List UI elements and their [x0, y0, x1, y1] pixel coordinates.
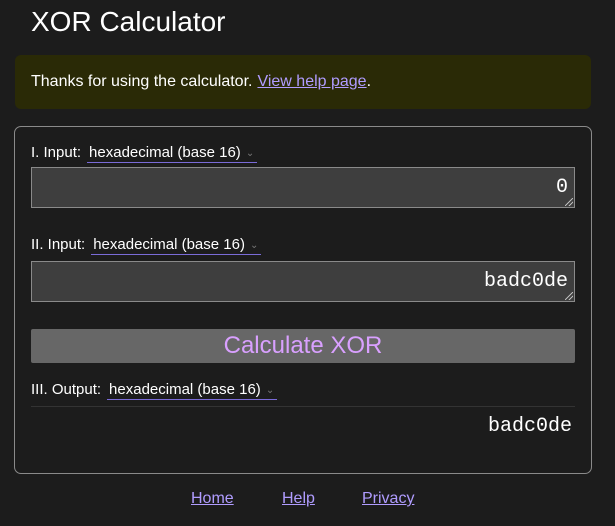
- input1-format-select[interactable]: hexadecimal (base 16) ⌄: [87, 143, 258, 163]
- output-field[interactable]: badc0de: [31, 407, 575, 447]
- input2-format-value: hexadecimal (base 16): [93, 236, 245, 253]
- input1-label-row: I. Input: hexadecimal (base 16) ⌄: [31, 143, 258, 163]
- calculate-xor-button[interactable]: Calculate XOR: [31, 329, 575, 363]
- input1-format-value: hexadecimal (base 16): [89, 144, 241, 161]
- input2-value: badc0de: [483, 270, 568, 293]
- output-format-select[interactable]: hexadecimal (base 16) ⌄: [107, 380, 278, 400]
- chevron-down-icon: ⌄: [249, 239, 259, 251]
- notice-banner: Thanks for using the calculator. View he…: [15, 55, 591, 109]
- resize-grip-icon[interactable]: [565, 198, 573, 206]
- page: XOR Calculator Thanks for using the calc…: [0, 0, 615, 526]
- notice-text: Thanks for using the calculator.: [31, 73, 253, 90]
- footer-link-help[interactable]: Help: [282, 490, 315, 508]
- input1-value: 0: [555, 176, 568, 199]
- footer-nav: Home Help Privacy: [0, 490, 615, 512]
- input2-label-row: II. Input: hexadecimal (base 16) ⌄: [31, 235, 262, 255]
- output-label: III. Output:: [31, 381, 102, 398]
- output-value: badc0de: [487, 415, 572, 438]
- input2-format-select[interactable]: hexadecimal (base 16) ⌄: [91, 235, 262, 255]
- chevron-down-icon: ⌄: [265, 384, 275, 396]
- output-format-value: hexadecimal (base 16): [109, 381, 261, 398]
- output-label-row: III. Output: hexadecimal (base 16) ⌄: [31, 380, 278, 400]
- input1-field[interactable]: 0: [31, 167, 575, 208]
- input2-label: II. Input:: [31, 236, 86, 253]
- notice-suffix: .: [366, 73, 372, 90]
- resize-grip-icon[interactable]: [565, 292, 573, 300]
- input1-label: I. Input:: [31, 144, 82, 161]
- footer-link-privacy[interactable]: Privacy: [362, 490, 414, 508]
- help-link[interactable]: View help page: [257, 73, 366, 91]
- chevron-down-icon: ⌄: [245, 147, 255, 159]
- input2-field[interactable]: badc0de: [31, 261, 575, 302]
- calculator-panel: I. Input: hexadecimal (base 16) ⌄ 0 II. …: [14, 126, 592, 474]
- footer-link-home[interactable]: Home: [191, 490, 234, 508]
- page-title: XOR Calculator: [31, 6, 226, 37]
